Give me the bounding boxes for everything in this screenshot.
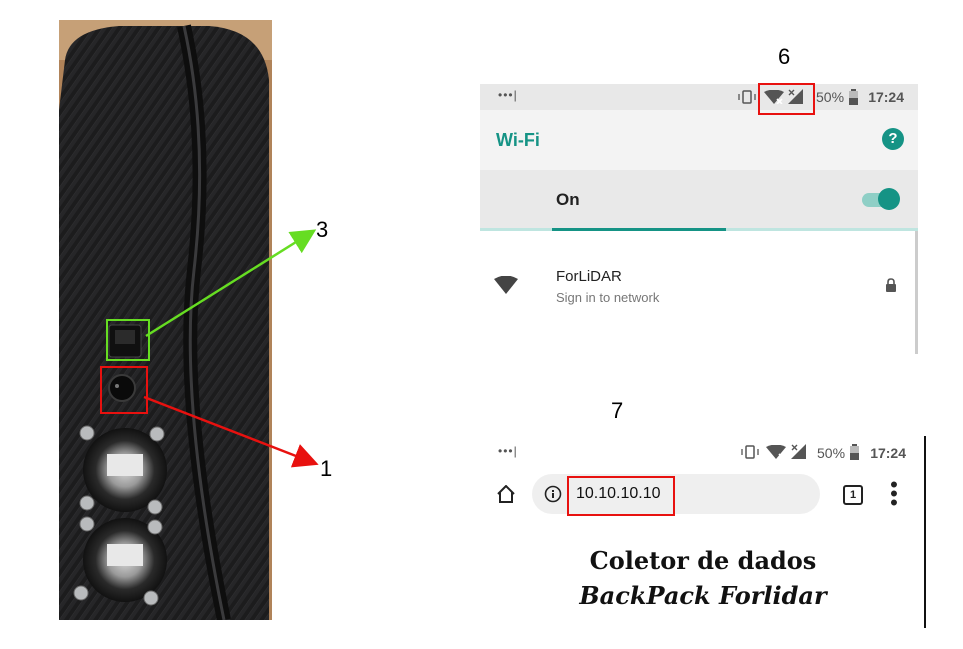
progress-indicator bbox=[552, 228, 726, 231]
callout-label-3: 3 bbox=[316, 217, 329, 242]
notification-dots-icon: •••| bbox=[498, 444, 518, 458]
status-bar: •••| 50% 17:24 bbox=[480, 84, 918, 110]
step-number-6: 6 bbox=[778, 44, 791, 69]
page-subheading: BackPack Forlidar bbox=[579, 581, 827, 610]
home-icon[interactable] bbox=[496, 485, 516, 503]
toggle-label: On bbox=[556, 190, 580, 209]
wifi-signal-icon bbox=[494, 276, 518, 294]
battery-icon bbox=[849, 89, 858, 105]
callout-label-1: 1 bbox=[320, 456, 333, 481]
network-name: ForLiDAR bbox=[556, 268, 622, 285]
wifi-settings-screen: •••| 50% 17:24 Wi-Fi ? On ForLiDAR Sign … bbox=[480, 84, 918, 354]
battery-percent: 50% bbox=[817, 445, 846, 461]
browser-screen: •••| 50% 17:24 10.10.10.10 1 • • • Colet… bbox=[480, 436, 926, 628]
status-bar: •••| 50% 17:24 bbox=[480, 436, 926, 468]
scrollbar[interactable] bbox=[915, 231, 918, 354]
url-highlight-box bbox=[567, 476, 675, 516]
battery-icon bbox=[850, 444, 859, 460]
tab-switcher-button[interactable]: 1 bbox=[843, 485, 863, 505]
vibrate-icon bbox=[738, 90, 756, 104]
status-icons-highlight-box bbox=[758, 83, 815, 115]
battery-percent: 50% bbox=[816, 89, 845, 105]
clock: 17:24 bbox=[870, 445, 906, 461]
network-status: Sign in to network bbox=[556, 290, 660, 305]
arrow-to-label-3 bbox=[145, 229, 317, 338]
notification-dots-icon: •••| bbox=[498, 88, 518, 102]
info-icon[interactable] bbox=[544, 485, 562, 503]
step-number-7: 7 bbox=[611, 398, 624, 423]
clock: 17:24 bbox=[868, 89, 904, 105]
screen-edge bbox=[924, 436, 926, 628]
wifi-app-bar: Wi-Fi ? bbox=[480, 110, 918, 170]
page-heading: Coletor de dados bbox=[589, 546, 817, 575]
wifi-toggle-row[interactable]: On bbox=[480, 170, 918, 228]
question-icon[interactable]: ? bbox=[882, 128, 904, 150]
vibrate-icon bbox=[741, 445, 759, 459]
arrow-to-label-1 bbox=[143, 395, 319, 468]
menu-dots-icon[interactable]: • • • bbox=[889, 474, 899, 514]
wifi-toggle-switch[interactable] bbox=[878, 188, 900, 210]
wifi-no-internet-icon bbox=[766, 445, 786, 459]
network-list-item[interactable]: ForLiDAR Sign in to network bbox=[480, 254, 918, 314]
lock-icon bbox=[886, 278, 896, 292]
no-signal-icon bbox=[791, 444, 806, 459]
page-title: Wi-Fi bbox=[496, 130, 540, 150]
